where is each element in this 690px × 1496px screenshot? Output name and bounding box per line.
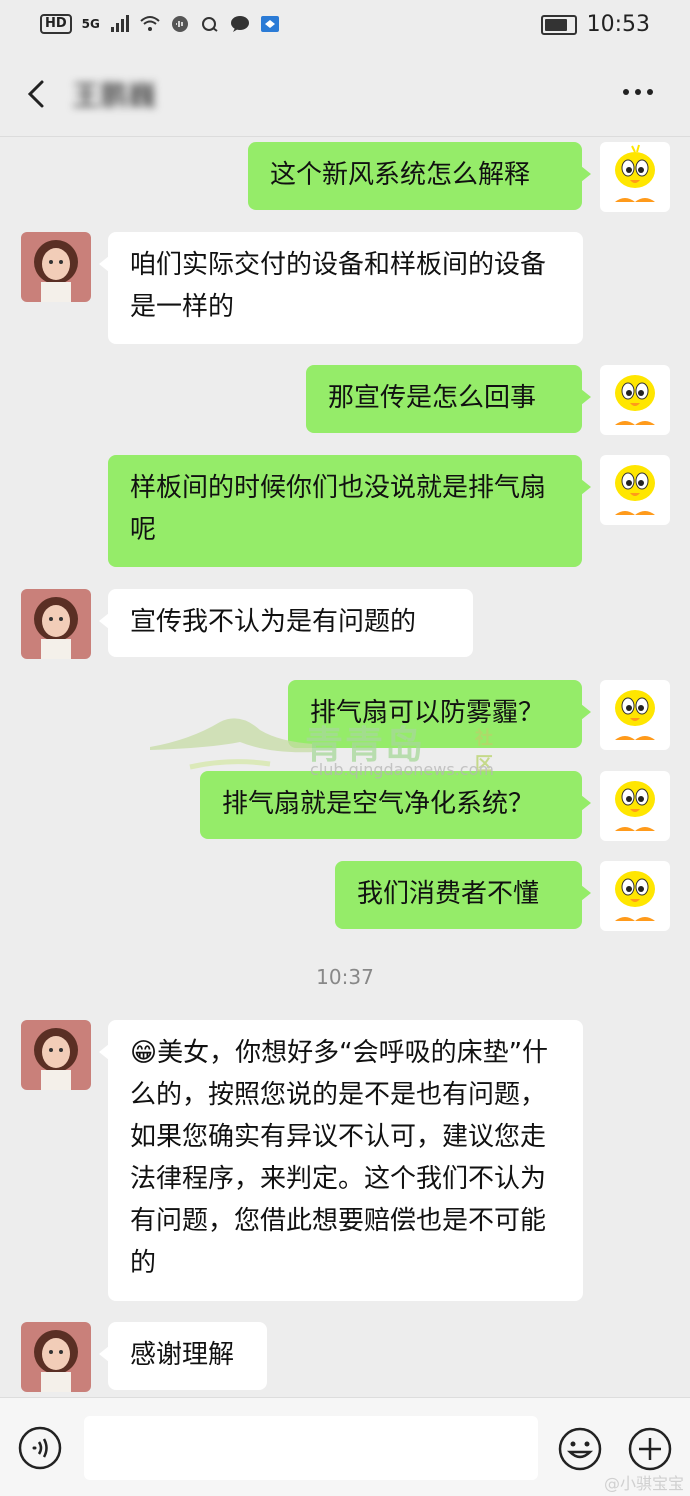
chat-timestamp: 10:37 — [316, 965, 374, 989]
back-icon[interactable] — [20, 76, 56, 112]
message-list: 这个新风系统怎么解释 咱们实际交付的设备和样板间的设备是一样的 那宣传是怎么回事… — [0, 137, 690, 1397]
message-text: 那宣传是怎么回事 — [328, 383, 537, 413]
message-text: 样板间的时候你们也没说就是排气扇呢 — [130, 473, 547, 545]
message-bubble-received[interactable]: 感谢理解 — [99, 1322, 267, 1390]
wifi-icon — [140, 16, 160, 31]
battery-icon — [540, 14, 577, 35]
contact-avatar[interactable] — [21, 232, 91, 302]
message-bubble-sent[interactable]: 样板间的时候你们也没说就是排气扇呢 — [108, 455, 591, 567]
message-bubble-sent[interactable]: 排气扇就是空气净化系统？ — [200, 771, 591, 839]
audio-icon — [171, 16, 188, 32]
chat-header: 王鹏巍 — [0, 52, 690, 137]
message-text: 我们消费者不懂 — [357, 879, 540, 909]
cartoon-bird-avatar-icon — [615, 690, 655, 740]
message-text: 宣传我不认为是有问题的 — [130, 607, 417, 637]
girl-avatar-icon — [21, 1322, 91, 1392]
message-bubble-sent[interactable]: 那宣传是怎么回事 — [306, 365, 591, 433]
more-icon[interactable] — [618, 80, 658, 104]
plus-icon[interactable] — [627, 1426, 673, 1472]
message-bubble-received[interactable]: 咱们实际交付的设备和样板间的设备是一样的 — [99, 232, 583, 344]
my-avatar[interactable] — [600, 680, 670, 750]
clock: 10:53 — [586, 12, 650, 37]
grinning-emoji-icon: 😁 — [130, 1038, 158, 1068]
my-avatar[interactable] — [600, 861, 670, 931]
network-type: 5G — [81, 17, 100, 31]
message-bubble-received[interactable]: 宣传我不认为是有问题的 — [99, 589, 473, 657]
cloud-icon — [201, 17, 218, 32]
message-input[interactable] — [84, 1416, 538, 1480]
signal-icon — [110, 15, 129, 32]
girl-avatar-icon — [21, 1020, 91, 1090]
cartoon-bird-avatar-icon — [615, 871, 655, 921]
message-text: 美女，你想好多“会呼吸的床垫”什么的，按照您说的是不是也有问题，如果您确实有异议… — [130, 1038, 549, 1278]
message-bubble-received[interactable]: 😁美女，你想好多“会呼吸的床垫”什么的，按照您说的是不是也有问题，如果您确实有异… — [99, 1020, 583, 1301]
voice-icon[interactable] — [18, 1426, 62, 1470]
contact-avatar[interactable] — [21, 1020, 91, 1090]
cartoon-bird-avatar-icon — [615, 375, 655, 425]
app-notify-icon — [260, 16, 279, 32]
contact-name: 王鹏巍 — [72, 79, 157, 112]
message-text: 排气扇可以防雾霾？ — [310, 698, 545, 728]
contact-avatar[interactable] — [21, 1322, 91, 1392]
message-text: 感谢理解 — [130, 1340, 235, 1370]
message-bubble-sent[interactable]: 排气扇可以防雾霾？ — [288, 680, 591, 748]
weibo-watermark: @小骐宝宝 — [603, 1474, 684, 1493]
message-bubble-sent[interactable]: 这个新风系统怎么解释 — [248, 142, 591, 210]
my-avatar[interactable] — [600, 455, 670, 525]
girl-avatar-icon — [21, 589, 91, 659]
message-text: 这个新风系统怎么解释 — [270, 160, 531, 190]
emoji-icon[interactable] — [557, 1426, 603, 1472]
cartoon-bird-avatar-icon — [615, 465, 655, 515]
message-text: 排气扇就是空气净化系统？ — [222, 789, 535, 819]
message-icon — [230, 16, 249, 32]
my-avatar[interactable] — [600, 771, 670, 841]
contact-avatar[interactable] — [21, 589, 91, 659]
cartoon-bird-avatar-icon — [615, 144, 655, 202]
hd-indicator: HD — [40, 14, 72, 34]
cartoon-bird-avatar-icon — [615, 781, 655, 831]
my-avatar[interactable] — [600, 365, 670, 435]
status-bar: HD 5G 10:53 — [0, 0, 690, 52]
message-text: 咱们实际交付的设备和样板间的设备是一样的 — [130, 250, 547, 322]
message-bubble-sent[interactable]: 我们消费者不懂 — [335, 861, 591, 929]
girl-avatar-icon — [21, 232, 91, 302]
battery-level — [544, 18, 567, 31]
input-bar — [0, 1397, 690, 1496]
my-avatar[interactable] — [600, 142, 670, 212]
